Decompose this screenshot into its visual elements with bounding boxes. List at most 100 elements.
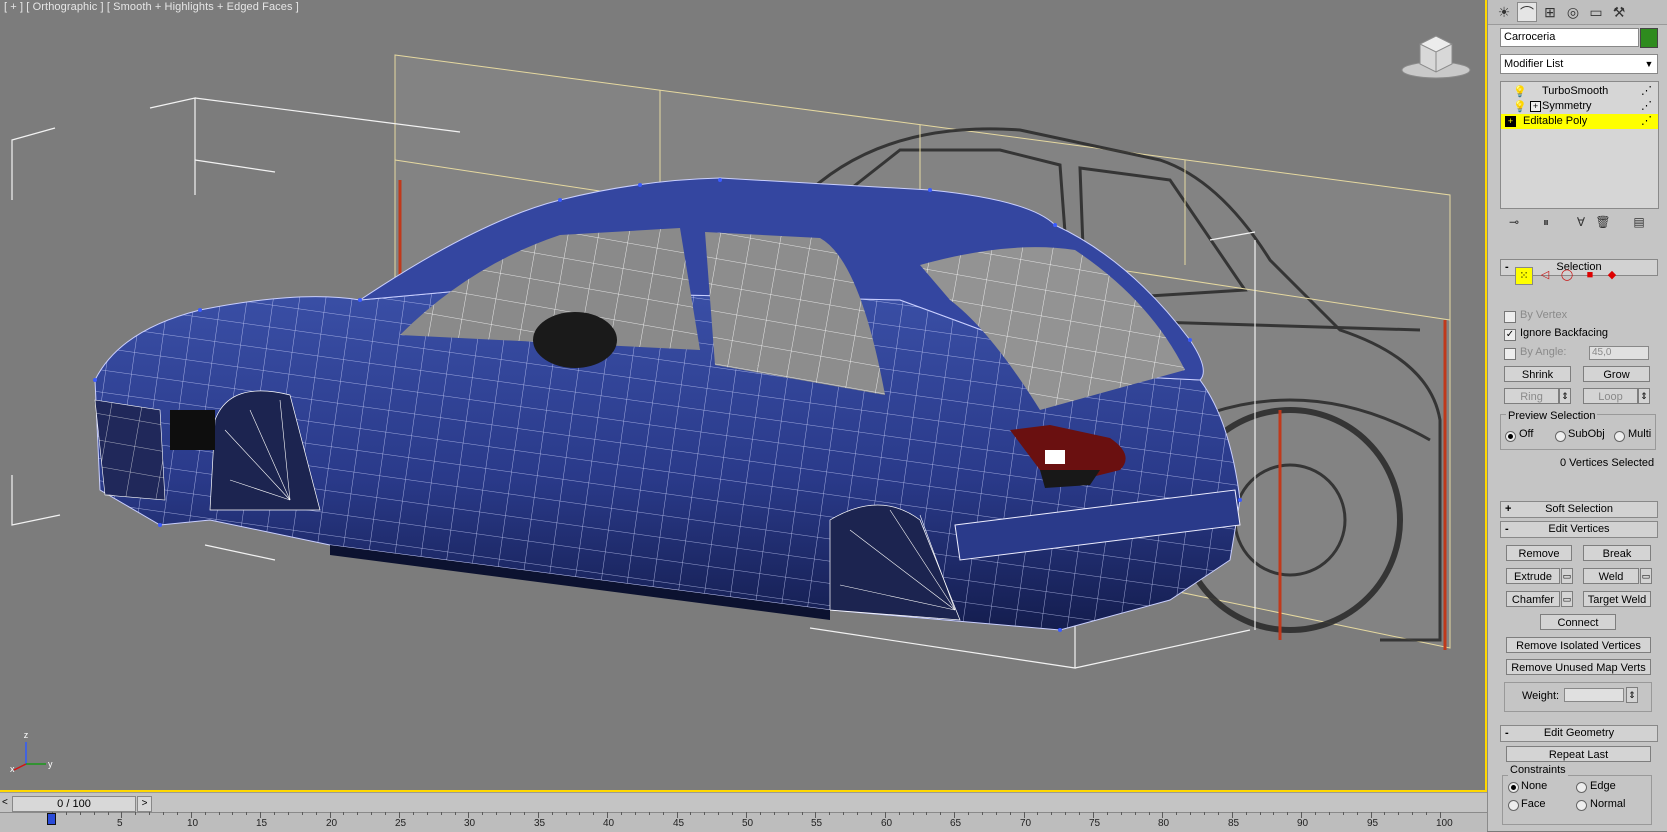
track-tick-label: 20 (326, 818, 338, 829)
chamfer-button[interactable]: Chamfer (1506, 591, 1560, 607)
track-tick (1287, 812, 1288, 815)
rollout-title: Edit Vertices (1548, 523, 1610, 535)
grow-button[interactable]: Grow (1583, 366, 1650, 382)
border-subobject-icon[interactable]: ◯ (1559, 267, 1575, 283)
track-tick (1037, 812, 1038, 815)
preview-multi-radio[interactable] (1614, 431, 1625, 442)
constraint-edge-radio[interactable] (1576, 782, 1587, 793)
track-tick-label: 50 (742, 818, 754, 829)
track-tick (427, 812, 428, 815)
edit-vertices-rollout-header[interactable]: - Edit Vertices (1500, 521, 1658, 538)
weld-button[interactable]: Weld (1583, 568, 1639, 584)
repeat-last-button[interactable]: Repeat Last (1506, 746, 1651, 762)
weight-spinner-arrows-icon[interactable]: ⇕ (1626, 687, 1638, 703)
weight-spinner[interactable] (1564, 688, 1624, 702)
current-frame-marker[interactable] (47, 813, 56, 825)
track-tick (1218, 812, 1219, 815)
motion-icon[interactable]: ◎ (1563, 2, 1583, 22)
ring-spinner-icon[interactable]: ⇕ (1559, 388, 1571, 404)
modifier-list-dropdown[interactable]: Modifier List ▼ (1500, 54, 1658, 74)
track-tick (593, 812, 594, 815)
track-tick (1329, 812, 1330, 815)
pin-stack-icon[interactable]: ⊸ (1505, 215, 1523, 231)
track-tick (843, 812, 844, 815)
time-slider[interactable]: 0 / 100 (12, 796, 136, 812)
time-prev-button[interactable]: < (2, 796, 11, 810)
track-tick (108, 812, 109, 815)
display-icon[interactable]: ▭ (1586, 2, 1606, 22)
angle-spinner[interactable]: 45,0 (1589, 346, 1649, 360)
stack-item-label: Editable Poly (1523, 115, 1588, 127)
remove-unused-map-verts-button[interactable]: Remove Unused Map Verts (1506, 659, 1651, 675)
car-model-scene[interactable] (0, 0, 1487, 792)
loop-spinner-icon[interactable]: ⇕ (1638, 388, 1650, 404)
track-tick (94, 812, 95, 815)
stack-item-label: Symmetry (1542, 100, 1592, 112)
preview-selection-label: Preview Selection (1506, 410, 1598, 422)
viewport-label[interactable]: [ + ] [ Orthographic ] [ Smooth + Highli… (4, 1, 299, 13)
preview-subobj-radio[interactable] (1555, 431, 1566, 442)
by-vertex-label: By Vertex (1520, 309, 1568, 321)
edit-geometry-rollout-header[interactable]: - Edit Geometry (1500, 725, 1658, 742)
chamfer-settings-icon[interactable]: ▭ (1561, 591, 1573, 607)
edge-subobject-icon[interactable]: ◁ (1537, 267, 1553, 283)
stack-item-turbosmooth[interactable]: 💡 TurboSmooth ⋰ (1501, 84, 1658, 99)
command-panel: ☀ ⌒ ⊞ ◎ ▭ ⚒ Carroceria Modifier List ▼ 💡… (1487, 0, 1667, 831)
extrude-button[interactable]: Extrude (1506, 568, 1560, 584)
track-tick (913, 812, 914, 815)
extrude-settings-icon[interactable]: ▭ (1561, 568, 1573, 584)
remove-isolated-vertices-button[interactable]: Remove Isolated Vertices (1506, 637, 1651, 653)
create-icon[interactable]: ☀ (1494, 2, 1514, 22)
track-tick (371, 812, 372, 815)
lightbulb-icon[interactable]: 💡 (1513, 100, 1527, 115)
configure-modifier-sets-icon[interactable]: ▤ (1630, 215, 1648, 231)
chevron-down-icon: ▼ (1644, 59, 1654, 69)
remove-button[interactable]: Remove (1506, 545, 1572, 561)
dots-icon: ⋰ (1641, 85, 1652, 97)
time-slider-bar[interactable]: < 0 / 100 > (0, 792, 1487, 813)
utilities-icon[interactable]: ⚒ (1609, 2, 1629, 22)
object-color-swatch[interactable] (1640, 28, 1658, 48)
viewcube-icon[interactable] (1398, 30, 1474, 80)
show-end-result-icon[interactable]: ⏸ (1537, 215, 1555, 231)
loop-button[interactable]: Loop (1583, 388, 1638, 404)
expand-plus-icon[interactable]: + (1505, 116, 1516, 127)
preview-off-radio[interactable] (1505, 431, 1516, 442)
expand-plus-icon[interactable]: + (1530, 101, 1541, 112)
expand-plus-icon: + (1505, 503, 1512, 515)
ignore-backfacing-checkbox[interactable]: ✓ (1504, 329, 1516, 341)
stack-item-symmetry[interactable]: 💡 + Symmetry ⋰ (1501, 99, 1658, 114)
stack-item-label: TurboSmooth (1542, 85, 1609, 97)
constraint-none-radio[interactable] (1508, 782, 1519, 793)
by-vertex-checkbox[interactable] (1504, 311, 1516, 323)
polygon-subobject-icon[interactable]: ■ (1582, 267, 1598, 283)
stack-item-editable-poly[interactable]: + Editable Poly ⋰ (1501, 114, 1658, 129)
track-tick (649, 812, 650, 815)
element-subobject-icon[interactable]: ◆ (1604, 267, 1620, 283)
modify-icon[interactable]: ⌒ (1517, 2, 1537, 22)
by-angle-checkbox[interactable] (1504, 348, 1516, 360)
make-unique-icon[interactable]: ∀ (1572, 215, 1590, 231)
track-tick (316, 812, 317, 815)
track-tick (135, 812, 136, 815)
hierarchy-icon[interactable]: ⊞ (1540, 2, 1560, 22)
shrink-button[interactable]: Shrink (1504, 366, 1571, 382)
object-name-field[interactable]: Carroceria (1500, 28, 1639, 47)
modifier-stack[interactable]: 💡 TurboSmooth ⋰ 💡 + Symmetry ⋰ + Editabl… (1500, 81, 1659, 209)
soft-selection-rollout-header[interactable]: + Soft Selection (1500, 501, 1658, 518)
remove-modifier-icon[interactable]: 🗑 (1594, 215, 1612, 231)
constraint-normal-radio[interactable] (1576, 800, 1587, 811)
collapse-minus-icon: - (1505, 523, 1509, 535)
weld-settings-icon[interactable]: ▭ (1640, 568, 1652, 584)
track-tick-label: 85 (1228, 818, 1240, 829)
constraint-face-radio[interactable] (1508, 800, 1519, 811)
ring-button[interactable]: Ring (1504, 388, 1559, 404)
lightbulb-icon[interactable]: 💡 (1513, 85, 1527, 100)
vertex-subobject-icon[interactable]: ⁙ (1515, 267, 1533, 285)
connect-button[interactable]: Connect (1540, 614, 1616, 630)
perspective-viewport[interactable]: [ + ] [ Orthographic ] [ Smooth + Highli… (0, 0, 1487, 792)
track-tick (788, 812, 789, 815)
break-button[interactable]: Break (1583, 545, 1651, 561)
time-next-button[interactable]: > (137, 796, 152, 812)
target-weld-button[interactable]: Target Weld (1583, 591, 1651, 607)
